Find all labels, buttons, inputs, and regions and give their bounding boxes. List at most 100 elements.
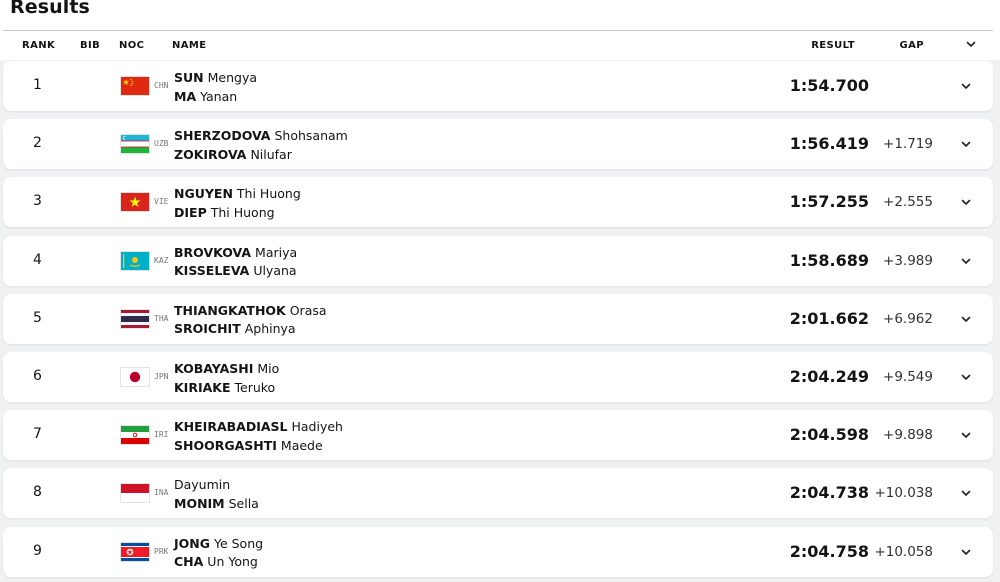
thailand-flag-icon <box>120 308 150 329</box>
athlete-first-name: Orasa <box>289 302 327 318</box>
athlete-first-name: Mariya <box>255 244 298 260</box>
athlete-first-name: Ye Song <box>213 535 264 551</box>
athlete-2[interactable]: KISSELEVA Ulyana <box>174 262 297 281</box>
athlete-last-name: KHEIRABADIASL <box>174 419 288 435</box>
athlete-names: KHEIRABADIASL Hadiyeh SHOORGASHTI Maede <box>174 418 343 455</box>
athlete-1[interactable]: BROVKOVA Mariya <box>174 244 297 263</box>
rank-value: 7 <box>33 426 42 443</box>
expand-row-chevron-down-icon[interactable] <box>959 545 973 559</box>
expand-row-chevron-down-icon[interactable] <box>959 312 973 326</box>
result-row[interactable]: 7 IRI KHEIRABADIASL Hadiyeh SHOORGASHTI Mae… <box>3 410 993 461</box>
result-time: 1:56.419 <box>789 134 869 154</box>
uzbekistan-flag-icon <box>120 134 150 155</box>
results-header-area: Results RANK BIB NOC NAME RESULT GAP <box>0 0 1000 60</box>
athlete-1[interactable]: KHEIRABADIASL Hadiyeh <box>174 418 343 437</box>
japan-flag-icon <box>120 367 150 387</box>
athlete-first-name: Dayumin <box>174 477 231 493</box>
athlete-2[interactable]: ZOKIROVA Nilufar <box>174 146 348 165</box>
athlete-1[interactable]: SHERZODOVA Shohsanam <box>174 127 348 146</box>
expand-all-chevron-down-icon[interactable] <box>964 37 978 51</box>
result-time: 2:01.662 <box>789 308 869 328</box>
athlete-1[interactable]: JONG Ye Song <box>174 535 263 554</box>
athlete-first-name: Shohsanam <box>274 128 348 144</box>
result-time: 2:04.758 <box>789 541 869 561</box>
athlete-last-name: NGUYEN <box>174 186 233 202</box>
athlete-1[interactable]: KOBAYASHI Mio <box>174 360 279 379</box>
athlete-last-name: THIANGKATHOK <box>174 302 286 318</box>
athlete-1[interactable]: THIANGKATHOK Orasa <box>174 302 327 321</box>
athlete-last-name: JONG <box>174 535 210 551</box>
noc-code: INA <box>154 488 169 498</box>
rank-value: 6 <box>33 368 42 384</box>
column-header-bib[interactable]: BIB <box>80 40 100 51</box>
athlete-names: THIANGKATHOK Orasa SROICHIT Aphinya <box>174 302 327 339</box>
athlete-2[interactable]: MONIM Sella <box>174 495 259 514</box>
column-header-noc[interactable]: NOC <box>119 40 144 51</box>
header-divider <box>3 30 993 31</box>
result-row[interactable]: 3 VIE NGUYEN Thi Huong DIEP Thi Huong 1:57.2… <box>3 177 993 228</box>
athlete-names: JONG Ye Song CHA Un Yong <box>174 535 263 572</box>
rank-value: 2 <box>33 135 42 152</box>
athlete-2[interactable]: CHA Un Yong <box>174 553 263 572</box>
athlete-first-name: Thi Huong <box>236 186 301 202</box>
gap-value: +1.719 <box>883 136 933 153</box>
gap-value: +6.962 <box>883 310 933 327</box>
result-row[interactable]: 6 JPN KOBAYASHI Mio KIRIAKE Teruko 2:04.249 +… <box>3 352 993 402</box>
column-header-name[interactable]: NAME <box>172 40 207 51</box>
rank-value: 9 <box>33 542 42 559</box>
noc-code: CHN <box>154 81 169 90</box>
athlete-1[interactable]: NGUYEN Thi Huong <box>174 185 301 204</box>
kazakhstan-flag-icon <box>120 250 150 271</box>
result-row[interactable]: 1 CHN SUN Mengya MA Yanan 1:54.700 <box>3 61 993 111</box>
gap-value: +9.549 <box>883 369 933 385</box>
result-row[interactable]: 2 UZB SHERZODOVA Shohsanam ZOKIROVA Nilufar… <box>3 119 993 170</box>
result-time: 1:58.689 <box>789 250 869 270</box>
column-header-result[interactable]: RESULT <box>811 40 855 51</box>
athlete-2[interactable]: SROICHIT Aphinya <box>174 320 327 339</box>
expand-row-chevron-down-icon[interactable] <box>959 79 973 93</box>
athlete-2[interactable]: KIRIAKE Teruko <box>174 379 279 398</box>
rank-value: 4 <box>33 251 42 268</box>
vietnam-flag-icon <box>120 192 150 213</box>
athlete-names: SHERZODOVA Shohsanam ZOKIROVA Nilufar <box>174 127 348 164</box>
athlete-2[interactable]: DIEP Thi Huong <box>174 204 301 223</box>
expand-row-chevron-down-icon[interactable] <box>959 486 973 500</box>
athlete-names: KOBAYASHI Mio KIRIAKE Teruko <box>174 360 279 397</box>
page-title: Results <box>10 0 90 18</box>
athlete-last-name: ZOKIROVA <box>174 146 247 162</box>
athlete-first-name: Aphinya <box>244 321 296 337</box>
expand-row-chevron-down-icon[interactable] <box>959 370 973 384</box>
athlete-1[interactable]: SUN Mengya <box>174 69 257 88</box>
noc-code: THA <box>154 313 169 323</box>
north-korea-flag-icon <box>120 541 150 562</box>
athlete-last-name: MONIM <box>174 495 225 511</box>
expand-row-chevron-down-icon[interactable] <box>959 254 973 268</box>
rank-value: 3 <box>33 193 42 210</box>
result-row[interactable]: 9 PRK JONG Ye Song CHA Un Yong 2:04.758 +10.0… <box>3 526 993 577</box>
athlete-last-name: SHERZODOVA <box>174 128 271 144</box>
athlete-1[interactable]: Dayumin <box>174 476 259 495</box>
athlete-2[interactable]: SHOORGASHTI Maede <box>174 437 343 456</box>
athlete-first-name: Sella <box>228 495 259 511</box>
athlete-last-name: SUN <box>174 70 204 85</box>
athlete-names: SUN Mengya MA Yanan <box>174 69 257 106</box>
athlete-2[interactable]: MA Yanan <box>174 88 257 107</box>
result-row[interactable]: 5 THA THIANGKATHOK Orasa SROICHIT Aphinya 2:… <box>3 293 993 344</box>
athlete-names: BROVKOVA Mariya KISSELEVA Ulyana <box>174 244 297 281</box>
result-row[interactable]: 4 KAZ BROVKOVA Mariya KISSELEVA Ulyana 1:58.… <box>3 235 993 286</box>
athlete-first-name: Un Yong <box>207 554 258 570</box>
result-time: 2:04.738 <box>789 483 869 503</box>
expand-row-chevron-down-icon[interactable] <box>959 428 973 442</box>
athlete-last-name: MA <box>174 88 197 104</box>
athlete-last-name: DIEP <box>174 204 207 220</box>
athlete-first-name: Mio <box>257 361 280 376</box>
column-header-rank[interactable]: RANK <box>22 40 55 51</box>
result-row[interactable]: 8 INA Dayumin MONIM Sella 2:04.738 +10.038 <box>3 468 993 519</box>
athlete-first-name: Hadiyeh <box>291 419 343 435</box>
column-header-gap[interactable]: GAP <box>900 40 924 51</box>
result-time: 2:04.249 <box>789 367 869 386</box>
rank-value: 1 <box>33 77 42 93</box>
expand-row-chevron-down-icon[interactable] <box>959 195 973 209</box>
noc-code: JPN <box>154 372 169 381</box>
expand-row-chevron-down-icon[interactable] <box>959 137 973 151</box>
